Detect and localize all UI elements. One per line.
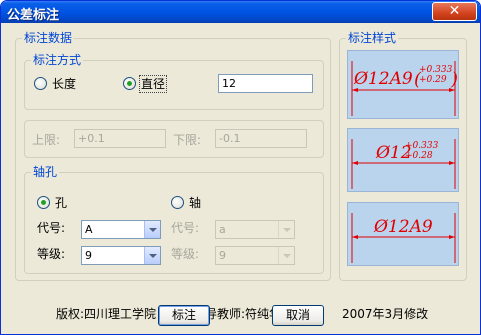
shaft-label: 轴 — [189, 196, 202, 210]
sample-1-upper: +0.333 — [419, 65, 453, 75]
dimension-value-input[interactable] — [218, 74, 313, 93]
diameter-radio[interactable] — [123, 77, 136, 90]
upper-limit-label: 上限: — [32, 133, 61, 147]
dialog-client: 标注数据 标注方式 长度 直径 上限: 下限: 轴孔 孔 — [4, 23, 477, 332]
length-radio[interactable] — [34, 77, 47, 90]
dialog-window: 公差标注 ✕ 标注数据 标注方式 长度 直径 上限: 下限: — [0, 0, 481, 335]
hole-code-label: 代号: — [37, 221, 66, 235]
fit-group: 轴孔 孔 轴 代号: A 代号: a 等级: 9 等级: 9 — [24, 165, 324, 274]
shaft-code-select[interactable]: a — [215, 220, 295, 239]
limits-group: 上限: 下限: — [24, 120, 324, 158]
revision-text: 2007年3月修改 — [342, 307, 429, 321]
sample-1-main: Ø12A9 — [353, 69, 413, 89]
data-group: 标注数据 标注方式 长度 直径 上限: 下限: 轴孔 孔 — [15, 31, 331, 281]
hole-code-value: A — [85, 223, 93, 236]
sample-3-main: Ø12A9 — [373, 217, 433, 237]
style-sample-2[interactable]: Ø12 +0.333 +0.28 — [347, 128, 459, 192]
sample-1-drawing: Ø12A9 ( +0.333 +0.29 ) — [351, 61, 458, 116]
sample-2-lower: +0.28 — [405, 151, 433, 161]
window-title: 公差标注 — [7, 8, 60, 23]
upper-limit-input[interactable] — [74, 129, 166, 148]
sample-1-lower: +0.29 — [419, 75, 447, 85]
hole-code-select[interactable]: A — [81, 220, 161, 239]
hole-radio[interactable] — [37, 196, 50, 209]
close-button[interactable]: ✕ — [432, 2, 477, 21]
diameter-label: 直径 — [138, 75, 168, 93]
sample-1-close-paren: ) — [450, 69, 458, 90]
style-sample-3[interactable]: Ø12A9 — [347, 202, 459, 266]
chevron-down-icon[interactable] — [144, 221, 160, 238]
style-sample-1[interactable]: Ø12A9 ( +0.333 +0.29 ) — [347, 50, 459, 119]
length-label: 长度 — [52, 77, 77, 91]
hole-grade-select[interactable]: 9 — [81, 246, 161, 265]
sample-3-drawing: Ø12A9 — [351, 213, 456, 263]
fit-group-title: 轴孔 — [31, 165, 60, 179]
shaft-code-label: 代号: — [171, 221, 200, 235]
close-icon: ✕ — [448, 3, 461, 19]
lower-limit-input[interactable] — [215, 129, 307, 148]
annotate-button[interactable]: 标注 — [158, 305, 210, 326]
copyright-text: 版权:四川理工学院 — [56, 307, 157, 321]
shaft-grade-value: 9 — [219, 249, 226, 262]
cancel-button[interactable]: 取消 — [272, 305, 324, 326]
mode-group: 标注方式 长度 直径 — [24, 53, 324, 110]
chevron-down-icon[interactable] — [144, 247, 160, 264]
chevron-down-icon[interactable] — [278, 247, 294, 264]
chevron-down-icon[interactable] — [278, 221, 294, 238]
shaft-code-value: a — [219, 223, 226, 236]
data-group-title: 标注数据 — [22, 31, 75, 45]
shaft-radio[interactable] — [171, 196, 184, 209]
shaft-grade-label: 等级: — [171, 247, 200, 261]
lower-limit-label: 下限: — [173, 133, 202, 147]
title-bar[interactable]: 公差标注 ✕ — [1, 1, 480, 23]
hole-label: 孔 — [55, 196, 68, 210]
style-group-title: 标注样式 — [346, 31, 399, 45]
hole-grade-label: 等级: — [37, 247, 66, 261]
shaft-grade-select[interactable]: 9 — [215, 246, 295, 265]
sample-2-drawing: Ø12 +0.333 +0.28 — [351, 139, 456, 189]
sample-2-upper: +0.333 — [405, 141, 439, 151]
mode-group-title: 标注方式 — [31, 53, 84, 67]
hole-grade-value: 9 — [85, 249, 92, 262]
